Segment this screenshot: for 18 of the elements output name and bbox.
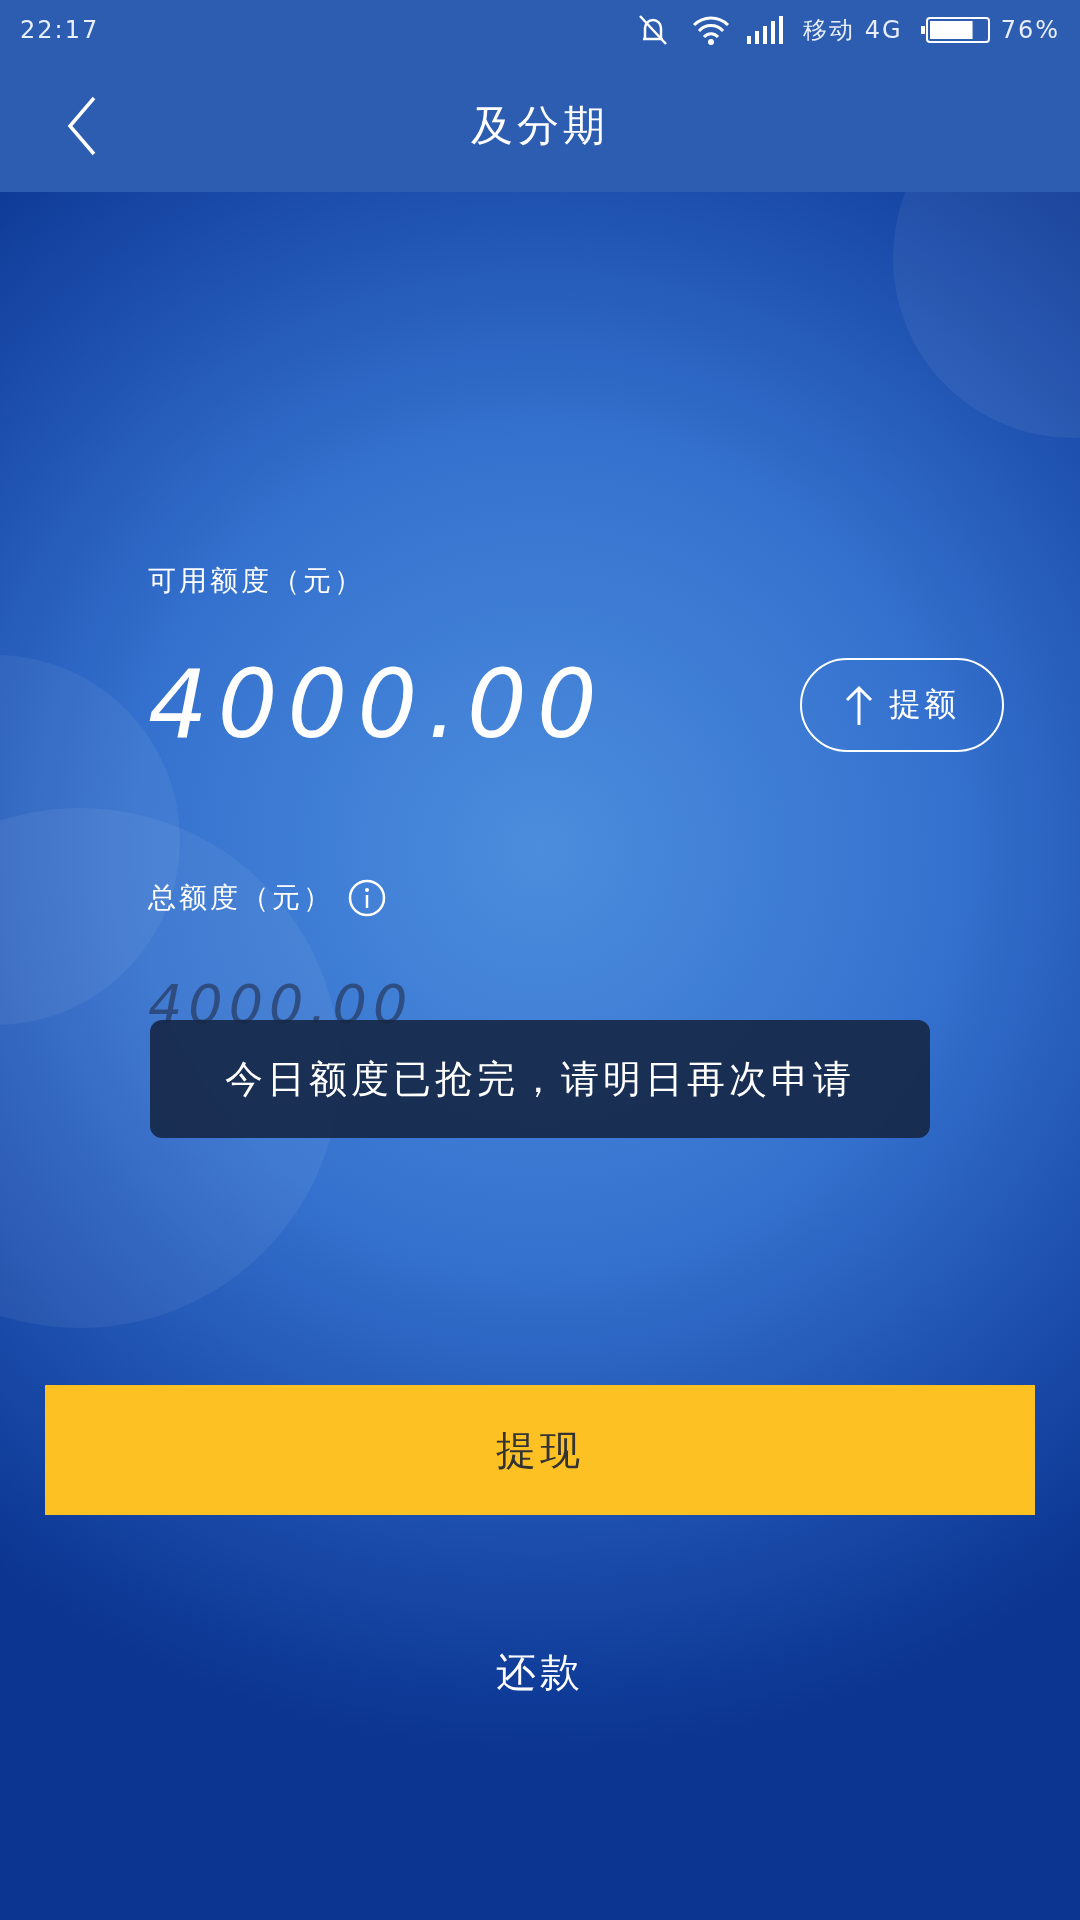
raise-limit-button[interactable]: 提额 xyxy=(800,657,1004,752)
withdraw-button[interactable]: 提现 xyxy=(45,1385,1035,1515)
total-credit-amount: 4000.00 xyxy=(148,973,415,1023)
total-credit-label: 总额度（元） xyxy=(148,880,334,916)
info-icon[interactable] xyxy=(348,879,386,917)
repay-link[interactable]: 还款 xyxy=(496,1645,584,1700)
up-arrow-icon xyxy=(845,684,873,725)
page-title: 及分期 xyxy=(471,100,609,152)
toast-message: 今日额度已抢完，请明日再次申请 xyxy=(150,1020,930,1138)
available-credit-label: 可用额度（元） xyxy=(148,563,365,599)
available-credit-amount: 4000.00 xyxy=(148,650,607,759)
battery-icon xyxy=(920,16,991,44)
wifi-icon xyxy=(691,15,732,45)
back-icon[interactable] xyxy=(66,96,98,156)
carrier-label: 移动 4G xyxy=(803,15,903,46)
signal-icon xyxy=(747,16,786,44)
battery-percent: 76% xyxy=(1000,16,1060,44)
status-time: 22:17 xyxy=(20,16,100,44)
